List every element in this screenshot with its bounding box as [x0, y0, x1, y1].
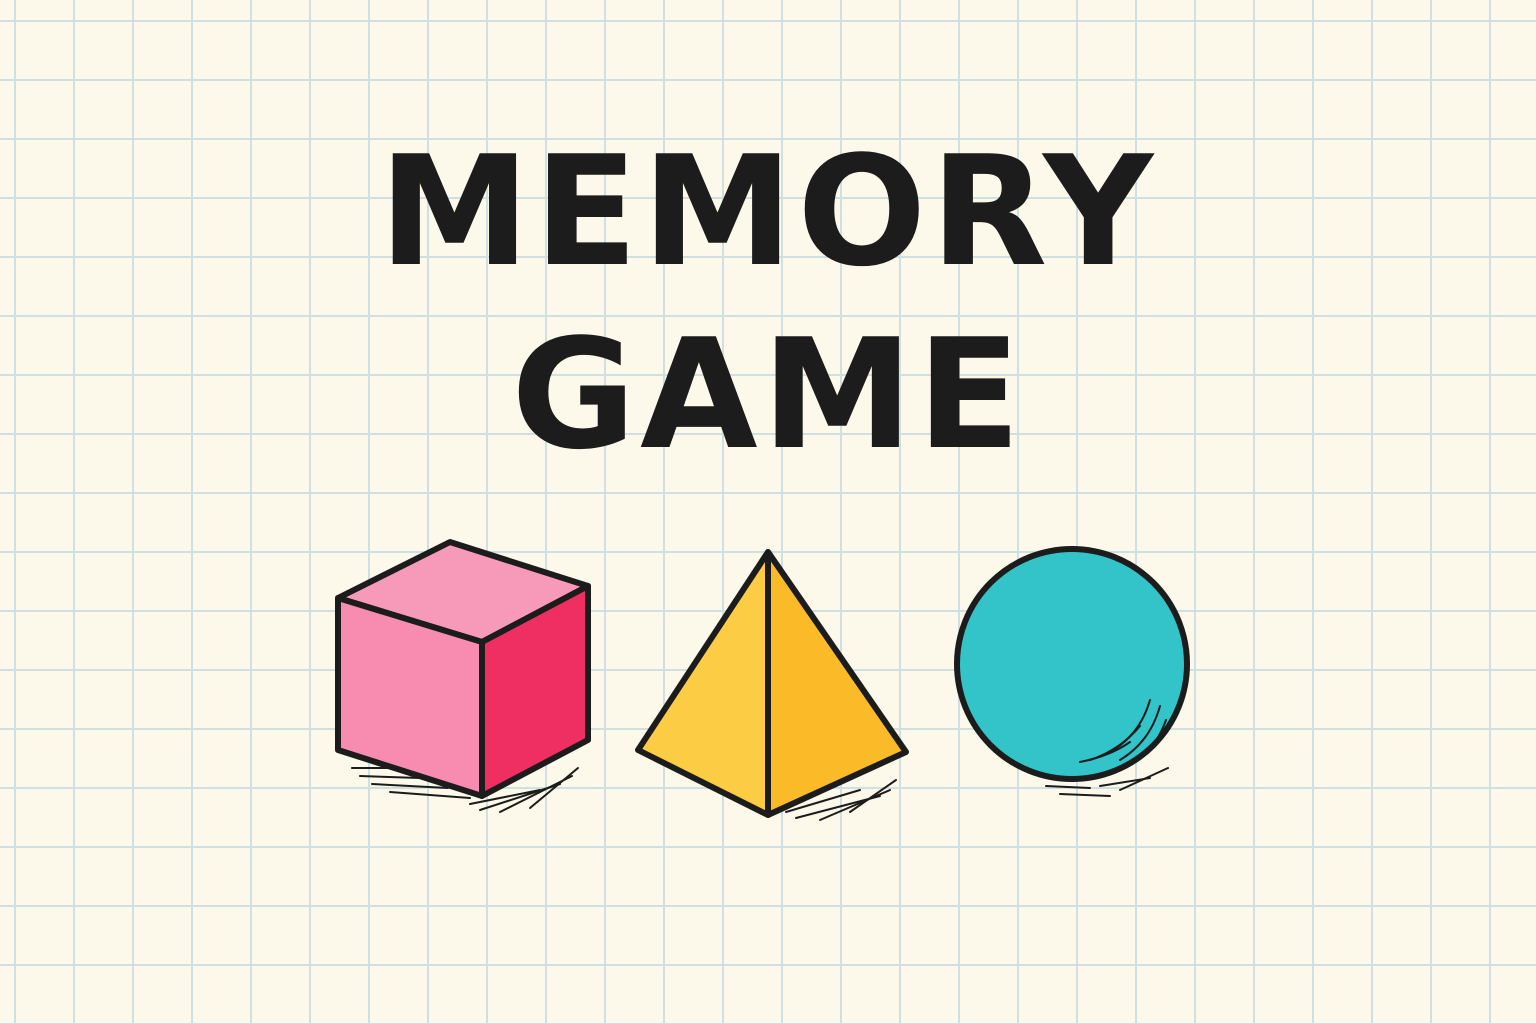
- cube-icon[interactable]: [335, 539, 591, 813]
- shapes-illustration: [335, 539, 1190, 821]
- pyramid-icon[interactable]: [635, 549, 909, 821]
- pyramid-right-face: [765, 549, 909, 818]
- pyramid-left-face: [635, 549, 771, 818]
- sphere-icon[interactable]: [954, 546, 1190, 797]
